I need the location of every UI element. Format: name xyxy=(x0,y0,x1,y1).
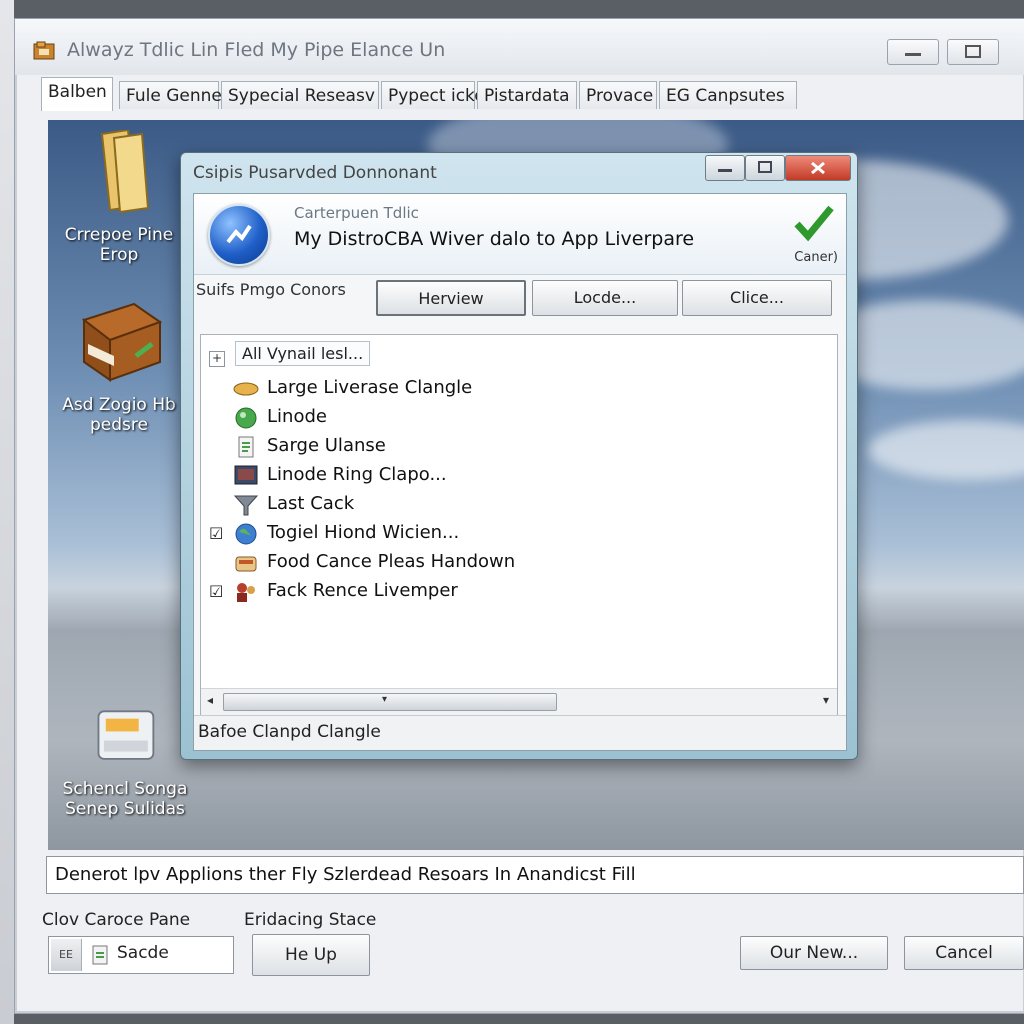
list-item-label: Last Cack xyxy=(267,493,355,514)
close-button[interactable]: Clice... xyxy=(682,280,832,316)
description-field[interactable]: Denerot lpv Applions ther Fly Szlerdead … xyxy=(46,856,1024,894)
dialog-status-bar: Bafoe Clanpd Clangle xyxy=(194,715,846,750)
desktop-icon-label: Asd Zogio Hb pedsre xyxy=(62,395,176,435)
dialog-minimize-button[interactable] xyxy=(705,155,745,181)
item-tree-list[interactable]: + All Vynail lesl... Large Liverase Clan… xyxy=(200,334,838,716)
tab-sypecial-reseasv[interactable]: Sypecial Reseasv xyxy=(221,81,379,109)
dialog-close-button[interactable] xyxy=(785,155,851,181)
checkmark-icon xyxy=(794,205,834,242)
folder-icon xyxy=(100,128,150,214)
document-icon xyxy=(238,436,254,458)
minimize-icon xyxy=(718,169,732,172)
tab-pypect-icke[interactable]: Pypect icke xyxy=(381,81,485,109)
section-label: Suifs Pmgo Conors xyxy=(196,280,346,299)
list-item-label: Linode xyxy=(267,406,327,427)
expand-toggle[interactable]: + xyxy=(209,351,225,367)
preview-button[interactable]: Herview xyxy=(376,280,526,316)
left-section-label: Clov Caroce Pane xyxy=(42,910,191,930)
desktop-preview: Crrepoe Pine Erop Asd Zogio Hb pedsre Sc… xyxy=(48,120,1024,850)
app-icon xyxy=(33,41,55,60)
list-item[interactable]: ☑ Togiel Hiond Wicien... xyxy=(209,520,809,548)
background-window-edge xyxy=(0,0,14,1024)
scroll-left-icon[interactable]: ◂ xyxy=(207,693,213,707)
cancel-button[interactable]: Cancel xyxy=(904,936,1024,970)
monitor-icon xyxy=(234,465,258,485)
dialog-body: Carterpuen Tdlic My DistroCBA Wiver dalo… xyxy=(193,193,847,751)
dialog-window: Csipis Pusarvded Donnonant Carterpuen Td… xyxy=(180,152,858,760)
tab-pistardata[interactable]: Pistardata xyxy=(477,81,577,109)
maximize-icon xyxy=(758,161,772,173)
horizontal-scrollbar[interactable]: ◂ ▾ ▾ xyxy=(201,688,837,715)
banner-title: My DistroCBA Wiver dalo to App Liverpare xyxy=(294,228,695,250)
field-value: Sacde xyxy=(117,943,169,963)
people-icon xyxy=(237,583,255,602)
dialog-title: Csipis Pusarvded Donnonant xyxy=(193,163,437,183)
tab-balben[interactable]: Balben xyxy=(41,77,113,111)
earth-icon xyxy=(235,523,257,545)
list-item-label: Sarge Ulanse xyxy=(267,435,386,456)
green-globe-icon xyxy=(235,407,257,429)
grip-icon: ▾ xyxy=(382,694,388,705)
document-icon xyxy=(92,945,108,965)
desktop-icon-label: Schencl Songa Senep Sulidas xyxy=(62,779,188,819)
stack-icon xyxy=(233,382,259,396)
maximize-button[interactable] xyxy=(947,39,999,65)
scrollbar-thumb[interactable]: ▾ xyxy=(223,693,557,711)
desktop-icon-archive[interactable]: Asd Zogio Hb pedsre xyxy=(54,300,184,435)
desktop-icon-drive[interactable]: Schencl Songa Senep Sulidas xyxy=(60,704,190,819)
list-item-label: Fack Rence Livemper xyxy=(267,580,458,601)
close-icon xyxy=(811,161,825,175)
list-item[interactable]: Linode xyxy=(209,404,809,432)
mid-section-label: Eridacing Stace xyxy=(244,910,377,930)
dialog-banner: Carterpuen Tdlic My DistroCBA Wiver dalo… xyxy=(194,194,846,275)
status-text: Bafoe Clanpd Clangle xyxy=(198,722,381,742)
dialog-maximize-button[interactable] xyxy=(745,155,785,181)
minimize-button[interactable] xyxy=(887,39,939,65)
list-item[interactable]: Linode Ring Clapo... xyxy=(209,462,809,490)
list-item[interactable]: Food Cance Pleas Handown xyxy=(209,549,809,577)
tab-fule-genner[interactable]: Fule Genner xyxy=(119,81,229,109)
selection-field[interactable]: EE Sacde xyxy=(48,936,234,974)
checkbox-checked[interactable]: ☑ xyxy=(209,584,225,600)
list-item[interactable]: ☑ Fack Rence Livemper xyxy=(209,578,809,606)
tab-bar: Balben Fule Genner Sypecial Reseasv Pype… xyxy=(39,75,1024,111)
list-item-label: Food Cance Pleas Handown xyxy=(267,551,516,572)
connect-label: Caner) xyxy=(794,250,838,265)
locate-button[interactable]: Locde... xyxy=(532,280,678,316)
globe-icon xyxy=(208,204,270,266)
list-item-label: Togiel Hiond Wicien... xyxy=(267,522,460,543)
drive-icon xyxy=(97,710,155,760)
list-item[interactable]: Last Cack xyxy=(209,491,809,519)
maximize-icon xyxy=(965,45,981,58)
scroll-right-icon[interactable]: ▾ xyxy=(823,693,829,707)
list-item-label: Large Liverase Clangle xyxy=(267,377,473,398)
checkbox-checked[interactable]: ☑ xyxy=(209,526,225,542)
tab-provace[interactable]: Provace xyxy=(579,81,657,109)
ok-button[interactable]: Our New... xyxy=(740,936,888,970)
title-bar: Alwayz Tdlic Lin Fled My Pipe Elance Un xyxy=(15,19,1024,75)
tree-root-label[interactable]: All Vynail lesl... xyxy=(235,341,371,366)
list-item-label: Linode Ring Clapo... xyxy=(267,464,447,485)
funnel-icon xyxy=(233,495,259,516)
list-item[interactable]: Sarge Ulanse xyxy=(209,433,809,461)
food-icon xyxy=(235,556,257,572)
archive-box-icon xyxy=(81,302,163,382)
minimize-icon xyxy=(905,53,921,56)
help-up-button[interactable]: He Up xyxy=(252,934,370,976)
window-title: Alwayz Tdlic Lin Fled My Pipe Elance Un xyxy=(67,39,446,61)
banner-subtitle: Carterpuen Tdlic xyxy=(294,204,419,222)
list-item[interactable]: Large Liverase Clangle xyxy=(209,375,809,403)
field-prefix-button[interactable]: EE xyxy=(51,939,82,971)
desktop-icon-label: Crrepoe Pine Erop xyxy=(64,225,174,265)
tab-eg-canpsutes[interactable]: EG Canpsutes xyxy=(659,81,797,109)
desktop-icon-folder[interactable]: Crrepoe Pine Erop xyxy=(54,128,184,265)
